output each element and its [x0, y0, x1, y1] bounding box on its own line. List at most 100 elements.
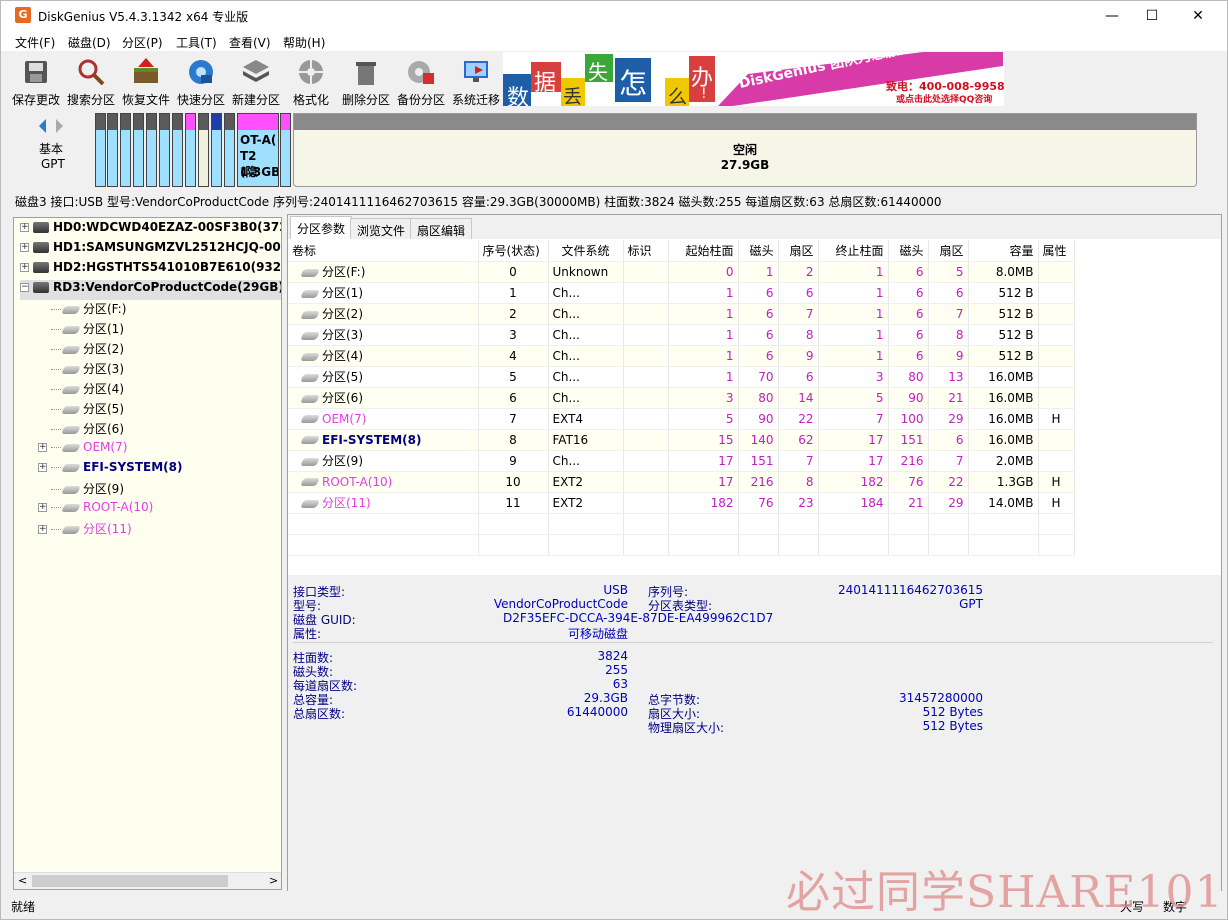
col-start-head[interactable]: 磁头	[738, 240, 779, 262]
tree-partition-item[interactable]: 分区(9)	[38, 480, 124, 500]
col-filesystem[interactable]: 文件系统	[548, 240, 624, 262]
tab-browse-files[interactable]: 浏览文件	[350, 218, 413, 239]
disk-tree[interactable]: + HD0:WDCWD40EZAZ-00SF3B0(3726G + HD1:SAMS…	[13, 217, 282, 890]
col-index[interactable]: 序号(状态)	[478, 240, 549, 262]
map-seg[interactable]	[95, 113, 106, 187]
col-start-sector[interactable]: 扇区	[778, 240, 819, 262]
tree-disk-rd3[interactable]: − RD3:VendorCoProductCode(29GB)	[20, 280, 281, 300]
expand-icon[interactable]: +	[38, 463, 47, 472]
ad-qq-link[interactable]: 或点击此处选择QQ咨询	[896, 92, 992, 105]
recover-files-button[interactable]: 恢复文件	[118, 55, 174, 107]
map-seg[interactable]	[185, 113, 196, 187]
format-button[interactable]: 格式化	[283, 55, 339, 107]
map-seg[interactable]	[211, 113, 222, 187]
tree-partition-item[interactable]: 分区(2)	[38, 340, 124, 360]
cell-attr	[1038, 387, 1075, 409]
cell-eh: 6	[888, 282, 929, 304]
tree-hscroll[interactable]: < >	[14, 872, 281, 889]
cell-es: 7	[928, 303, 969, 325]
menu-disk[interactable]: 磁盘(D)	[68, 34, 111, 51]
expand-icon[interactable]: +	[38, 525, 47, 534]
nav-next-icon[interactable]	[56, 119, 63, 133]
menu-file[interactable]: 文件(F)	[15, 34, 55, 51]
table-row[interactable]: 分区(6) 6 Ch... 3 80 14 5 90 21 16.0MB	[288, 387, 1075, 409]
tree-partition-item[interactable]: + OEM(7)	[38, 440, 127, 460]
search-partition-button[interactable]: 搜索分区	[63, 55, 119, 107]
menu-partition[interactable]: 分区(P)	[122, 34, 163, 51]
map-seg[interactable]	[133, 113, 144, 187]
tree-partition-item[interactable]: 分区(3)	[38, 360, 124, 380]
delete-partition-button[interactable]: 删除分区	[338, 55, 394, 107]
partition-table[interactable]: 卷标 序号(状态) 文件系统 标识 起始柱面 磁头 扇区 终止柱面 磁头 扇区 …	[288, 240, 1221, 575]
expand-icon[interactable]: +	[20, 263, 29, 272]
scroll-thumb[interactable]	[32, 875, 228, 887]
tree-disk-hd0[interactable]: + HD0:WDCWD40EZAZ-00SF3B0(3726G	[20, 220, 281, 240]
scroll-left-arrow[interactable]: <	[18, 874, 27, 887]
map-seg[interactable]	[198, 113, 209, 187]
cell-ss: 9	[778, 345, 819, 367]
map-seg-selected[interactable]: OT-A( T2 (隐 1.3GB	[237, 113, 279, 187]
partition-bar[interactable]: OT-A( T2 (隐 1.3GB 空闲 27.9GB	[95, 113, 1197, 187]
table-row[interactable]: OEM(7) 7 EXT4 5 90 22 7 100 29 16.0MB H	[288, 408, 1075, 430]
map-seg[interactable]	[280, 113, 291, 187]
table-row[interactable]: ROOT-A(10) 10 EXT2 17 216 8 182 76 22 1.3GB H	[288, 471, 1075, 493]
col-end-cyl[interactable]: 终止柱面	[818, 240, 889, 262]
col-start-cyl[interactable]: 起始柱面	[668, 240, 739, 262]
ad-banner[interactable]: 数 据 丢 失 怎 么 办 ! DiskGenius 团队为您服务 致电：400…	[503, 52, 1004, 106]
table-row[interactable]: 分区(1) 1 Ch... 1 6 6 1 6 6 512 B	[288, 282, 1075, 304]
expand-icon[interactable]: +	[20, 243, 29, 252]
table-row[interactable]: 分区(4) 4 Ch... 1 6 9 1 6 9 512 B	[288, 345, 1075, 367]
map-seg[interactable]	[120, 113, 131, 187]
tree-partition-item[interactable]: 分区(6)	[38, 420, 124, 440]
tree-disk-hd1[interactable]: + HD1:SAMSUNGMZVL2512HCJQ-00B0	[20, 240, 281, 260]
system-migration-button[interactable]: 系统迁移	[448, 55, 504, 107]
tab-partition-params[interactable]: 分区参数	[290, 216, 353, 239]
collapse-icon[interactable]: −	[20, 283, 29, 292]
backup-partition-button[interactable]: 备份分区	[393, 55, 449, 107]
tree-partition-item[interactable]: + 分区(11)	[38, 520, 132, 540]
col-id[interactable]: 标识	[623, 240, 669, 262]
expand-icon[interactable]: +	[38, 443, 47, 452]
map-seg[interactable]	[224, 113, 235, 187]
menu-tools[interactable]: 工具(T)	[176, 34, 217, 51]
expand-icon[interactable]: +	[20, 223, 29, 232]
watermark-text: 必过同学SHARE101	[786, 867, 1224, 918]
maximize-button[interactable]: ☐	[1129, 1, 1175, 31]
map-seg[interactable]	[159, 113, 170, 187]
table-row[interactable]: 分区(2) 2 Ch... 1 6 7 1 6 7 512 B	[288, 303, 1075, 325]
tab-sector-edit[interactable]: 扇区编辑	[410, 218, 473, 239]
new-partition-button[interactable]: 新建分区	[228, 55, 284, 107]
tree-partition-item[interactable]: 分区(4)	[38, 380, 124, 400]
tree-partition-item[interactable]: + ROOT-A(10)	[38, 500, 153, 520]
table-row[interactable]: EFI-SYSTEM(8) 8 FAT16 15 140 62 17 151 6 16.0MB	[288, 429, 1075, 451]
tree-partition-item[interactable]: 分区(F:)	[38, 300, 126, 320]
table-row[interactable]: 分区(9) 9 Ch... 17 151 7 17 216 7 2.0MB	[288, 450, 1075, 472]
cell-sc: 3	[668, 387, 739, 409]
tree-partition-item[interactable]: + EFI-SYSTEM(8)	[38, 460, 182, 480]
free-space-segment[interactable]: 空闲 27.9GB	[293, 113, 1197, 187]
nav-prev-icon[interactable]	[39, 119, 46, 133]
map-seg[interactable]	[146, 113, 157, 187]
table-row[interactable]: 分区(5) 5 Ch... 1 70 6 3 80 13 16.0MB	[288, 366, 1075, 388]
map-seg[interactable]	[172, 113, 183, 187]
tree-disk-hd2[interactable]: + HD2:HGSTHTS541010B7E610(932GB)	[20, 260, 281, 280]
map-seg[interactable]	[107, 113, 118, 187]
close-button[interactable]: ✕	[1175, 1, 1221, 31]
menu-view[interactable]: 查看(V)	[229, 34, 271, 51]
col-end-sector[interactable]: 扇区	[928, 240, 969, 262]
partition-icon	[300, 457, 320, 466]
quick-partition-button[interactable]: 快速分区	[173, 55, 229, 107]
menu-help[interactable]: 帮助(H)	[283, 34, 325, 51]
col-end-head[interactable]: 磁头	[888, 240, 929, 262]
table-row[interactable]: 分区(11) 11 EXT2 182 76 23 184 21 29 14.0MB H	[288, 492, 1075, 514]
expand-icon[interactable]: +	[38, 503, 47, 512]
table-row[interactable]: 分区(3) 3 Ch... 1 6 8 1 6 8 512 B	[288, 324, 1075, 346]
table-row[interactable]: 分区(F:) 0 Unknown 0 1 2 1 6 5 8.0MB	[288, 261, 1075, 283]
tree-partition-item[interactable]: 分区(1)	[38, 320, 124, 340]
tree-partition-item[interactable]: 分区(5)	[38, 400, 124, 420]
scroll-right-arrow[interactable]: >	[269, 874, 278, 887]
col-volume-label[interactable]: 卷标	[288, 240, 479, 262]
save-changes-button[interactable]: 保存更改	[8, 55, 64, 107]
col-attr[interactable]: 属性	[1038, 240, 1075, 262]
col-size[interactable]: 容量	[968, 240, 1039, 262]
